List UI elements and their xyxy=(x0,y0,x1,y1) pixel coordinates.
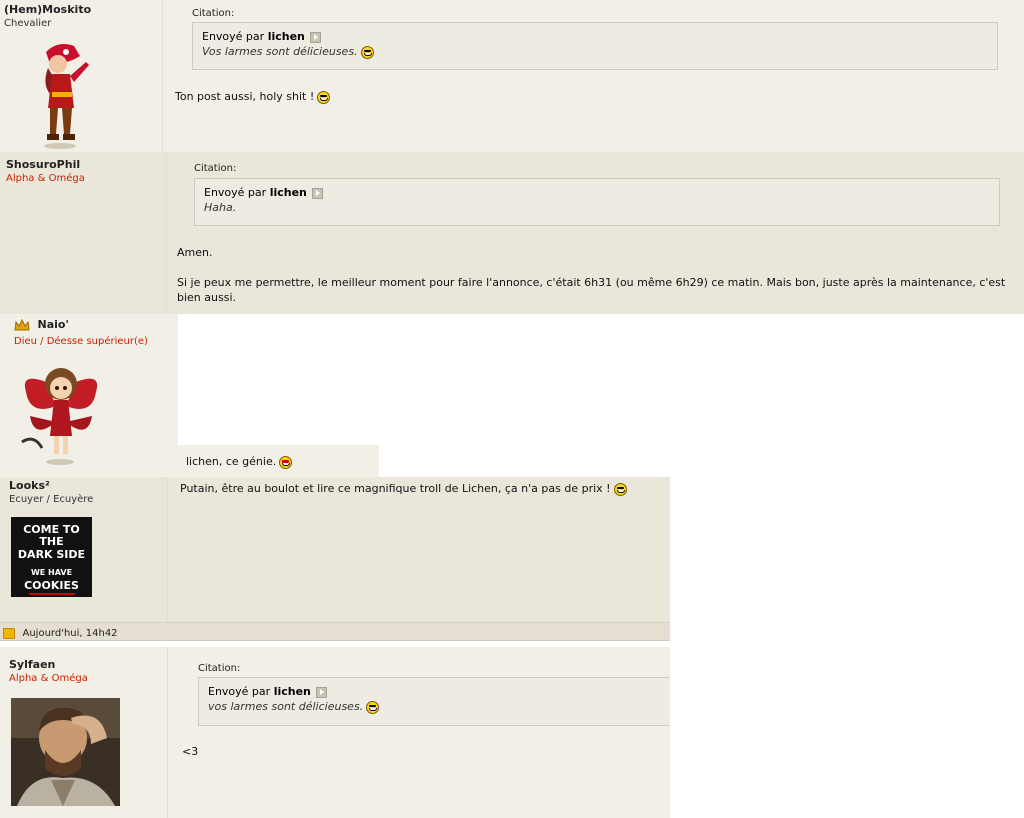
quote-label: Citation: xyxy=(198,663,241,674)
post-sidebar: Naio' Dieu / Déesse supérieur(e) xyxy=(0,314,176,477)
post-text: Putain, être au boulot et lire ce magnif… xyxy=(180,482,611,495)
avatar[interactable] xyxy=(28,38,94,150)
quote-box: Envoyé par lichen Haha. xyxy=(194,178,1000,226)
quote-author[interactable]: lichen xyxy=(270,186,307,199)
post-sidebar: ShosuroPhil Alpha & Oméga xyxy=(0,152,167,314)
heart-eyes-smiley-icon xyxy=(279,455,293,469)
view-post-icon[interactable] xyxy=(316,686,328,698)
post-text: lichen, ce génie. xyxy=(186,455,277,468)
smiley-icon xyxy=(360,45,374,59)
post-date: Aujourd'hui, 14h42 xyxy=(22,628,118,639)
avatar-text: DARK SIDE xyxy=(17,548,86,561)
post-body: Putain, être au boulot et lire ce magnif… xyxy=(180,481,627,496)
user-rank: Alpha & Oméga xyxy=(9,673,88,684)
smiley-icon xyxy=(317,90,331,104)
quote-text: Vos larmes sont délicieuses. xyxy=(202,45,358,58)
username[interactable]: ShosuroPhil xyxy=(6,158,80,171)
username[interactable]: Sylfaen xyxy=(9,658,55,671)
folder-icon xyxy=(3,627,15,639)
user-rank: Chevalier xyxy=(4,18,52,29)
quote-prefix: Envoyé par xyxy=(204,186,267,199)
post-sylfaen: Sylfaen Alpha & Oméga Citation: Envoyé p… xyxy=(0,647,670,818)
quote-label: Citation: xyxy=(192,8,235,19)
post-naio: Naio' Dieu / Déesse supérieur(e) lichen,… xyxy=(0,314,1024,477)
smiley-icon xyxy=(613,482,627,496)
view-post-icon[interactable] xyxy=(310,31,322,43)
avatar-text: COOKIES xyxy=(24,579,79,592)
username[interactable]: Looks² xyxy=(9,479,50,492)
post-sidebar: Looks² Ecuyer / Ecuyère COME TO THE DARK… xyxy=(0,477,168,622)
avatar-text: WE HAVE xyxy=(30,568,73,577)
quote-text: vos larmes sont délicieuses. xyxy=(208,700,364,713)
quote-prefix: Envoyé par xyxy=(208,685,271,698)
username[interactable]: Naio' xyxy=(38,318,69,331)
post-body: Ton post aussi, holy shit ! xyxy=(175,89,331,104)
post-moskito: (Hem)Moskito Chevalier Citation: Envoyé … xyxy=(0,0,1024,152)
post-looks: Looks² Ecuyer / Ecuyère COME TO THE DARK… xyxy=(0,477,670,622)
post-sidebar: Sylfaen Alpha & Oméga xyxy=(0,647,168,818)
post-shosurophil: ShosuroPhil Alpha & Oméga Citation: Envo… xyxy=(0,152,1024,314)
quote-text: Haha. xyxy=(204,201,237,214)
avatar-text: COME TO THE xyxy=(23,523,80,548)
quote-box: Envoyé par lichen Vos larmes sont délici… xyxy=(192,22,998,70)
quote-box: Envoyé par lichen vos larmes sont délici… xyxy=(198,677,670,726)
crown-icon xyxy=(14,319,30,331)
username[interactable]: (Hem)Moskito xyxy=(4,3,91,16)
user-rank: Ecuyer / Ecuyère xyxy=(9,494,94,505)
post-text: Ton post aussi, holy shit ! xyxy=(175,90,315,103)
user-rank: Alpha & Oméga xyxy=(6,173,85,184)
avatar[interactable] xyxy=(16,356,106,468)
post-text: Amen. xyxy=(177,246,213,259)
smiley-icon xyxy=(366,700,380,714)
post-date-bar: Aujourd'hui, 14h42 xyxy=(0,622,670,641)
post-sidebar: (Hem)Moskito Chevalier xyxy=(0,0,163,152)
avatar[interactable] xyxy=(11,698,120,806)
image-placeholder xyxy=(178,314,1024,445)
quote-prefix: Envoyé par xyxy=(202,30,265,43)
view-post-icon[interactable] xyxy=(312,187,324,199)
post-text: Si je peux me permettre, le meilleur mom… xyxy=(177,276,1006,304)
avatar[interactable]: COME TO THE DARK SIDE WE HAVE COOKIES xyxy=(11,517,92,597)
quote-label: Citation: xyxy=(194,163,237,174)
post-text: <3 xyxy=(182,745,199,758)
quote-author[interactable]: lichen xyxy=(274,685,311,698)
post-body: lichen, ce génie. xyxy=(186,454,293,469)
quote-author[interactable]: lichen xyxy=(268,30,305,43)
user-rank: Dieu / Déesse supérieur(e) xyxy=(14,336,148,347)
